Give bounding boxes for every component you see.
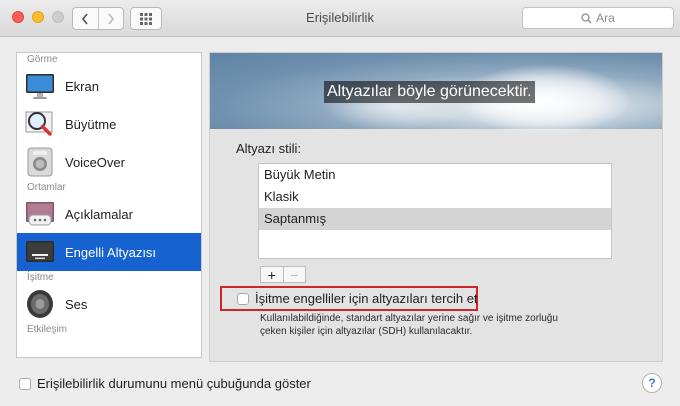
sidebar-item-label: VoiceOver [65, 154, 125, 170]
sidebar-item-label: Ses [65, 296, 88, 312]
title-bar: Erişilebilirlik Ara [0, 0, 680, 37]
search-field[interactable]: Ara [522, 7, 674, 29]
sidebar-item-ses[interactable]: Ses [17, 285, 201, 323]
sdh-option: İşitme engelliler için altyazıları terci… [237, 291, 478, 306]
sidebar-item-label: Engelli Altyazısı [65, 244, 157, 260]
remove-style-button[interactable]: − [283, 266, 306, 283]
caption-preview: Altyazılar böyle görünecektir. [210, 53, 662, 135]
section-header: Görme [27, 54, 58, 65]
sidebar-item-voiceover[interactable]: VoiceOver [17, 143, 201, 181]
sidebar-item-buyutme[interactable]: Büyütme [17, 105, 201, 143]
captions-icon [26, 241, 54, 262]
section-header: İşitme [27, 272, 54, 283]
caption-style-label: Altyazı stili: [236, 141, 302, 156]
search-placeholder: Ara [596, 11, 615, 25]
section-header: Etkileşim [27, 324, 68, 335]
menu-bar-checkbox-label[interactable]: Erişilebilirlik durumunu menü çubuğunda … [37, 376, 311, 391]
magnifier-icon [25, 111, 53, 136]
sidebar-item-engelli-altyazisi[interactable]: Engelli Altyazısı [17, 233, 201, 271]
menu-bar-checkbox[interactable] [19, 377, 31, 390]
search-icon [581, 12, 592, 23]
menu-bar-option: Erişilebilirlik durumunu menü çubuğunda … [19, 376, 311, 391]
sdh-checkbox[interactable] [237, 292, 249, 305]
sidebar-item-label: Büyütme [65, 116, 117, 132]
list-item[interactable]: Klasik [259, 186, 611, 208]
sdh-description-line: Kullanılabildiğinde, standart altyazılar… [260, 313, 558, 324]
category-sidebar: Görme Ekran Büyütme VoiceOver Ortamlar A… [16, 52, 202, 358]
caption-preview-text: Altyazılar böyle görünecektir. [324, 81, 535, 103]
help-button[interactable]: ? [642, 373, 662, 393]
sidebar-item-label: Açıklamalar [65, 206, 133, 222]
voiceover-icon [27, 147, 53, 177]
display-icon [26, 74, 54, 99]
caption-style-list: Büyük Metin Klasik Saptanmış [258, 163, 612, 259]
add-style-button[interactable]: + [260, 266, 284, 283]
sdh-description-line: çeken kişiler için altyazılar (SDH) kull… [260, 326, 473, 337]
descriptions-icon [26, 202, 54, 226]
sidebar-item-aciklamalar[interactable]: Açıklamalar [17, 195, 201, 233]
speaker-icon [27, 290, 53, 318]
list-item-selected[interactable]: Saptanmış [259, 208, 611, 230]
list-item[interactable]: Büyük Metin [259, 164, 611, 186]
sdh-description: Kullanılabildiğinde, standart altyazılar… [260, 312, 640, 338]
section-header: Ortamlar [27, 182, 66, 193]
add-remove-buttons: + − [260, 266, 306, 283]
sidebar-item-ekran[interactable]: Ekran [17, 67, 201, 105]
captions-panel: Altyazılar böyle görünecektir. Altyazı s… [209, 52, 663, 362]
sidebar-item-label: Ekran [65, 78, 99, 94]
sdh-checkbox-label[interactable]: İşitme engelliler için altyazıları terci… [255, 291, 478, 306]
